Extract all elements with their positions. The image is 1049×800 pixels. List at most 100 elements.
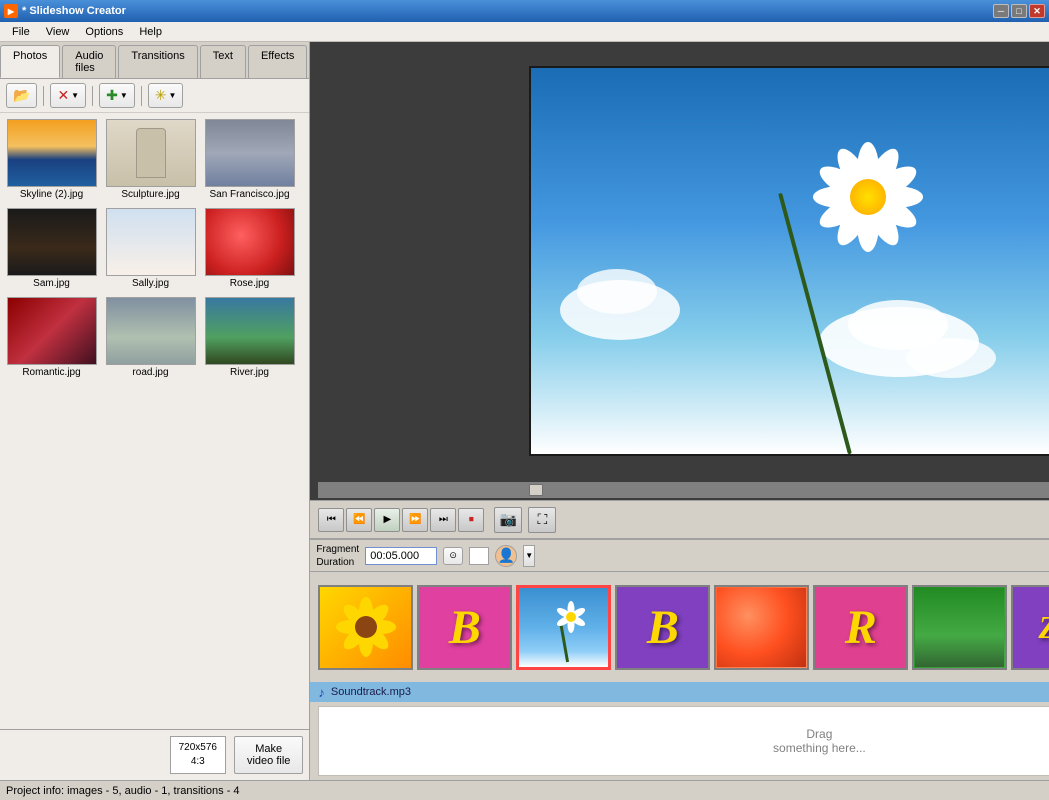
toolbar-separator-2 [92, 86, 93, 106]
add-icon: ✚ [106, 87, 118, 104]
timeline-item-bold-b-pink[interactable]: B [417, 585, 512, 670]
photo-label-sam: Sam.jpg [33, 278, 70, 289]
photo-item-road[interactable]: road.jpg [103, 295, 198, 380]
photo-thumb-rose [205, 208, 295, 276]
title-bar-left: ▶ * Slideshow Creator [4, 4, 126, 18]
photo-item-rose[interactable]: Rose.jpg [202, 206, 297, 291]
tab-audio-files[interactable]: Audio files [62, 45, 116, 78]
rewind-button[interactable]: ⏪ [346, 508, 372, 532]
title-bar-controls: ─ □ ✕ [993, 4, 1045, 18]
timeline-item-green[interactable] [912, 585, 1007, 670]
photo-item-sculpture[interactable]: Sculpture.jpg [103, 117, 198, 202]
open-button[interactable]: 📂 [6, 83, 37, 108]
photo-thumb-sculpture [106, 119, 196, 187]
avatar-dropdown[interactable]: ▼ [523, 545, 535, 567]
sunflower-graphic [331, 592, 401, 662]
cloud-2 [577, 269, 657, 314]
delete-dropdown[interactable]: ▼ [71, 91, 79, 100]
fragment-duration-input[interactable] [365, 547, 437, 565]
rotate-dropdown[interactable]: ▼ [168, 91, 176, 100]
seek-handle[interactable] [529, 484, 543, 496]
photo-thumb-sally [106, 208, 196, 276]
drag-area[interactable]: Dragsomething here... [318, 706, 1049, 776]
timeline-item-bold-ze[interactable]: ZE [1011, 585, 1049, 670]
rotate-button[interactable]: ✳ ▼ [148, 83, 184, 108]
main-layout: Photos Audio files Transitions Text Effe… [0, 42, 1049, 780]
menu-options[interactable]: Options [77, 24, 131, 40]
timeline-item-daisy[interactable] [516, 585, 611, 670]
add-button[interactable]: ✚ ▼ [99, 83, 135, 108]
title-bar: ▶ * Slideshow Creator ─ □ ✕ [0, 0, 1049, 22]
menu-view[interactable]: View [38, 24, 78, 40]
timeline-scroll: B [310, 572, 1049, 682]
daisy-flower [808, 137, 928, 257]
tab-text[interactable]: Text [200, 45, 246, 78]
tab-transitions[interactable]: Transitions [118, 45, 197, 78]
video-ratio: 4:3 [179, 755, 217, 769]
photo-grid: Skyline (2).jpg Sculpture.jpg San Franci… [0, 113, 309, 729]
soundtrack-bar: ♪ Soundtrack.mp3 [310, 682, 1049, 702]
menu-file[interactable]: File [4, 24, 38, 40]
menu-help[interactable]: Help [131, 24, 170, 40]
make-video-button[interactable]: Makevideo file [234, 736, 303, 774]
photo-label-romantic: Romantic.jpg [22, 367, 80, 378]
bottom-section: Fragment Duration ⊙ 👤 ▼ 💾 ↩ ✂ ⧉ 📋 ✕ T ✔ [310, 538, 1049, 780]
timeline-item-bold-b-purple[interactable]: B [615, 585, 710, 670]
photo-toolbar: 📂 ✕ ▼ ✚ ▼ ✳ ▼ [0, 79, 309, 113]
photo-item-sanfran[interactable]: San Francisco.jpg [202, 117, 297, 202]
photo-thumb-sanfran [205, 119, 295, 187]
minimize-button[interactable]: ─ [993, 4, 1009, 18]
tabs: Photos Audio files Transitions Text Effe… [0, 42, 309, 79]
photo-thumb-skyline [7, 119, 97, 187]
stop-button[interactable]: ⏹ [458, 508, 484, 532]
photo-label-sculpture: Sculpture.jpg [121, 189, 179, 200]
preview-area [310, 42, 1049, 480]
daisy-background [531, 68, 1049, 454]
status-text: Project info: images - 5, audio - 1, tra… [6, 785, 240, 797]
fullscreen-button[interactable]: ⛶ [528, 507, 556, 533]
photo-label-sanfran: San Francisco.jpg [209, 189, 289, 200]
photo-item-sam[interactable]: Sam.jpg [4, 206, 99, 291]
play-button[interactable]: ▶ [374, 508, 400, 532]
timeline-rose-graphic [717, 588, 806, 667]
timeline-item-bold-r[interactable]: R [813, 585, 908, 670]
photo-label-rose: Rose.jpg [230, 278, 269, 289]
photo-thumb-road [106, 297, 196, 365]
tl-daisy-flower [553, 599, 589, 635]
timeline-letter-r: R [845, 600, 877, 655]
delete-icon: ✕ [57, 87, 69, 104]
fragment-picker-button[interactable]: ⊙ [443, 547, 463, 565]
status-bar: Project info: images - 5, audio - 1, tra… [0, 780, 1049, 800]
timeline-item-rose-orange[interactable] [714, 585, 809, 670]
left-panel: Photos Audio files Transitions Text Effe… [0, 42, 310, 780]
skip-to-start-button[interactable]: ⏮ [318, 508, 344, 532]
timeline-daisy-bg [519, 588, 608, 667]
timeline-item-sunflower[interactable] [318, 585, 413, 670]
delete-button[interactable]: ✕ ▼ [50, 83, 86, 108]
add-dropdown[interactable]: ▼ [120, 91, 128, 100]
tab-photos[interactable]: Photos [0, 45, 60, 78]
photo-thumb-sam [7, 208, 97, 276]
timeline: B [310, 572, 1049, 682]
photo-item-romantic[interactable]: Romantic.jpg [4, 295, 99, 380]
skip-to-end-button[interactable]: ⏭ [430, 508, 456, 532]
fast-forward-button[interactable]: ⏩ [402, 508, 428, 532]
maximize-button[interactable]: □ [1011, 4, 1027, 18]
cloud-5 [906, 338, 996, 378]
rotate-icon: ✳ [155, 87, 167, 104]
close-button[interactable]: ✕ [1029, 4, 1045, 18]
music-note-icon: ♪ [318, 685, 325, 700]
photo-item-skyline[interactable]: Skyline (2).jpg [4, 117, 99, 202]
tab-effects[interactable]: Effects [248, 45, 307, 78]
fragment-label: Fragment Duration [316, 543, 359, 569]
photo-item-river[interactable]: River.jpg [202, 295, 297, 380]
left-bottom: 720x576 4:3 Makevideo file [0, 729, 309, 780]
photo-item-sally[interactable]: Sally.jpg [103, 206, 198, 291]
playback-controls: ⏮ ⏪ ▶ ⏩ ⏭ ⏹ 📷 ⛶ 7.0 s / 33.0 s [310, 500, 1049, 538]
toolbar-separator-1 [43, 86, 44, 106]
screenshot-button[interactable]: 📷 [494, 507, 522, 533]
photo-thumb-romantic [7, 297, 97, 365]
seek-bar[interactable] [318, 482, 1049, 498]
photo-label-sally: Sally.jpg [132, 278, 169, 289]
fragment-checkbox[interactable] [469, 547, 489, 565]
